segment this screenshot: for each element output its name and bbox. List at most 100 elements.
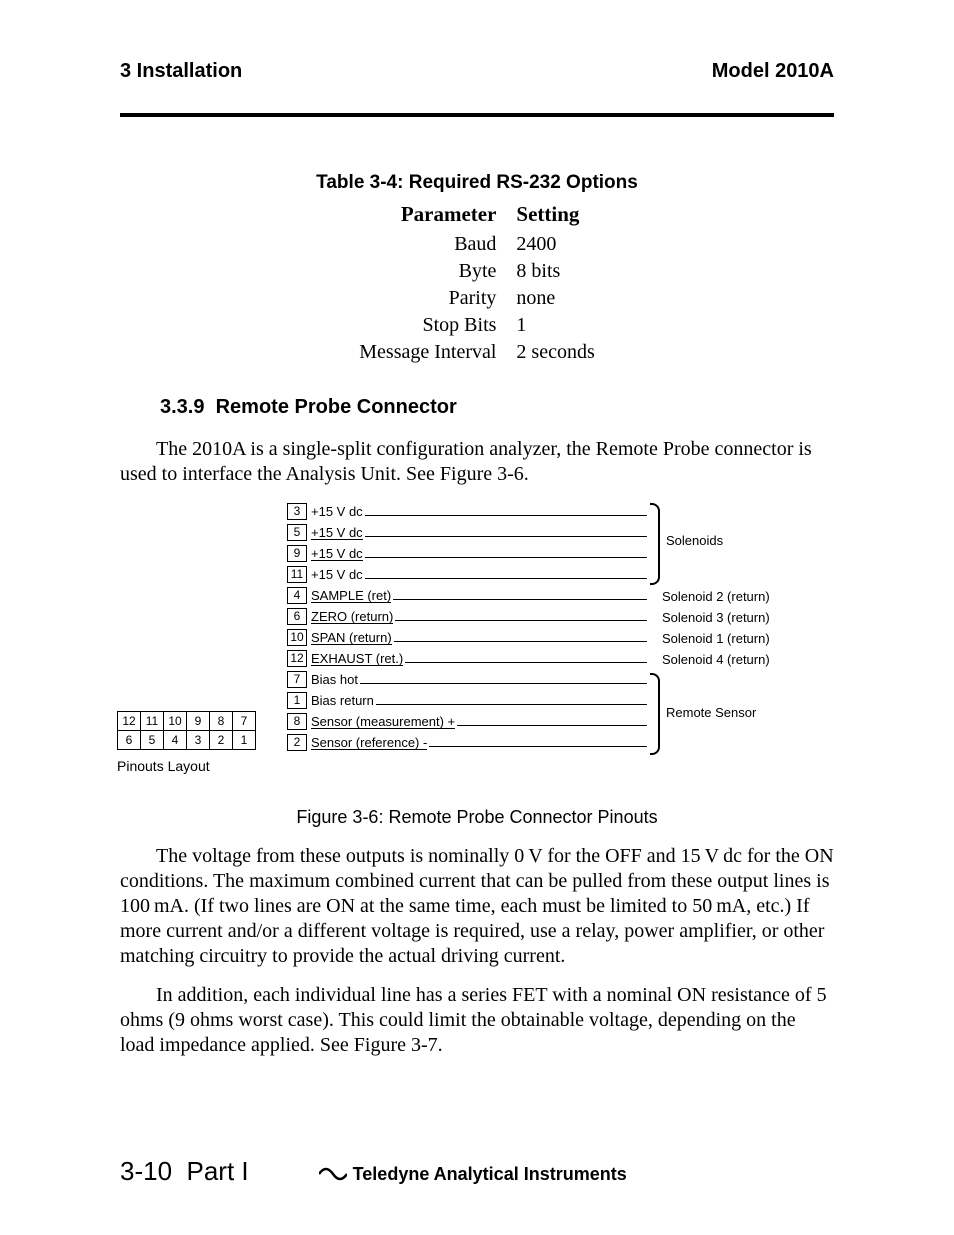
pin-label: SAMPLE (ret) (311, 587, 647, 604)
header-rule (120, 113, 834, 117)
pin-label: Bias hot (311, 671, 647, 688)
pin-line (393, 591, 647, 600)
pin-label: ZERO (return) (311, 608, 647, 625)
pin-number: 6 (287, 608, 307, 625)
param-cell: Baud (349, 231, 506, 258)
pin-number: 3 (287, 503, 307, 520)
setting-cell: 2400 (506, 231, 604, 258)
page-number: 3-10 Part I (120, 1156, 249, 1187)
solenoid-return-label: Solenoid 2 (return) (662, 589, 770, 604)
pin-number: 2 (287, 734, 307, 751)
table-row: Baud2400 (349, 231, 605, 258)
solenoid-return-label: Solenoid 3 (return) (662, 610, 770, 625)
param-cell: Stop Bits (349, 312, 506, 339)
table-row: Stop Bits1 (349, 312, 605, 339)
table-row: Byte8 bits (349, 258, 605, 285)
pinout-cell: 12 (118, 712, 141, 731)
pinout-cell: 9 (187, 712, 210, 731)
figure-3-6: 3 +15 V dc 5 +15 V dc 9 +15 V dc 11 +15 V dc… (127, 501, 827, 801)
col-parameter: Parameter (349, 202, 506, 231)
pin-row: 8Sensor (measurement) + (287, 711, 647, 732)
pinout-layout-table: 12 11 10 9 8 7 6 5 4 3 2 1 (117, 711, 256, 750)
pin-line (405, 654, 647, 663)
pin-row: 6 ZERO (return) (287, 606, 647, 627)
pin-label-text: EXHAUST (ret.) (311, 652, 403, 666)
pin-line (429, 738, 647, 747)
param-cell: Parity (349, 285, 506, 312)
teledyne-logo-icon (319, 1164, 347, 1185)
pin-number: 1 (287, 692, 307, 709)
pin-row: 10 SPAN (return) (287, 627, 647, 648)
pin-line (365, 528, 647, 537)
pin-label: +15 V dc (311, 524, 647, 541)
pinout-cell: 6 (118, 731, 141, 750)
pinout-row: 12 11 10 9 8 7 (118, 712, 256, 731)
table-row: Paritynone (349, 285, 605, 312)
setting-cell: 8 bits (506, 258, 604, 285)
pinout-layout-caption: Pinouts Layout (117, 758, 256, 774)
pin-label-text: +15 V dc (311, 568, 363, 581)
page: 3 Installation Model 2010A Table 3-4: Re… (0, 0, 954, 1235)
pin-label-text: SPAN (return) (311, 631, 392, 645)
brace-icon (650, 673, 660, 755)
setting-cell: 1 (506, 312, 604, 339)
pinout-layout: 12 11 10 9 8 7 6 5 4 3 2 1 Pinouts Layou… (117, 711, 256, 774)
pin-label-text: ZERO (return) (311, 610, 393, 624)
pinout-cell: 2 (210, 731, 233, 750)
setting-cell: none (506, 285, 604, 312)
table-header-row: Parameter Setting (349, 202, 605, 231)
pin-line (395, 612, 647, 621)
pin-line (376, 696, 647, 705)
pin-label: Sensor (measurement) + (311, 713, 647, 730)
table-row: Message Interval2 seconds (349, 339, 605, 366)
pinout-cell: 4 (164, 731, 187, 750)
pin-label: Sensor (reference) - (311, 734, 647, 751)
setting-cell: 2 seconds (506, 339, 604, 366)
pinout-cell: 8 (210, 712, 233, 731)
section-heading: 3.3.9 Remote Probe Connector (160, 396, 834, 419)
page-footer: 3-10 Part I Teledyne Analytical Instrume… (120, 1156, 834, 1187)
pin-row: 9 +15 V dc (287, 543, 647, 564)
pin-number: 8 (287, 713, 307, 730)
rs232-table: Parameter Setting Baud2400 Byte8 bits Pa… (349, 202, 605, 366)
pin-row: 4SAMPLE (ret) (287, 585, 647, 606)
section-number: 3.3.9 (160, 396, 204, 418)
pin-row: 11 +15 V dc (287, 564, 647, 585)
pin-row: 2Sensor (reference) - (287, 732, 647, 753)
pinout-cell: 11 (141, 712, 164, 731)
solenoids-label: Solenoids (666, 533, 723, 548)
pin-label-text: +15 V dc (311, 547, 363, 561)
pin-number: 4 (287, 587, 307, 604)
pin-label: SPAN (return) (311, 629, 647, 646)
table-caption: Table 3-4: Required RS-232 Options (120, 172, 834, 194)
param-cell: Message Interval (349, 339, 506, 366)
pin-number: 7 (287, 671, 307, 688)
pin-line (394, 633, 647, 642)
pin-line (365, 549, 647, 558)
pin-number: 11 (287, 566, 307, 583)
pinout-cell: 3 (187, 731, 210, 750)
paragraph-3: In addition, each individual line has a … (120, 983, 834, 1058)
pin-label: Bias return (311, 692, 647, 709)
pinout-cell: 10 (164, 712, 187, 731)
pin-number: 9 (287, 545, 307, 562)
pin-line (457, 717, 647, 726)
pin-row: 12 EXHAUST (ret.) (287, 648, 647, 669)
pin-number: 10 (287, 629, 307, 646)
pin-line (365, 507, 647, 516)
pin-label-text: Bias return (311, 694, 374, 707)
header-right: Model 2010A (712, 60, 834, 83)
pin-row: 5 +15 V dc (287, 522, 647, 543)
solenoid-return-label: Solenoid 4 (return) (662, 652, 770, 667)
pin-line (360, 675, 647, 684)
pin-number: 12 (287, 650, 307, 667)
pin-label: EXHAUST (ret.) (311, 650, 647, 667)
pin-row: 7Bias hot (287, 669, 647, 690)
pin-label: +15 V dc (311, 545, 647, 562)
pin-label: +15 V dc (311, 566, 647, 583)
pin-label-text: +15 V dc (311, 505, 363, 518)
part-label: Part I (187, 1156, 249, 1186)
pin-number: 5 (287, 524, 307, 541)
pin-rows: 3 +15 V dc 5 +15 V dc 9 +15 V dc 11 +15 V dc… (287, 501, 647, 753)
pin-label-text: +15 V dc (311, 526, 363, 540)
